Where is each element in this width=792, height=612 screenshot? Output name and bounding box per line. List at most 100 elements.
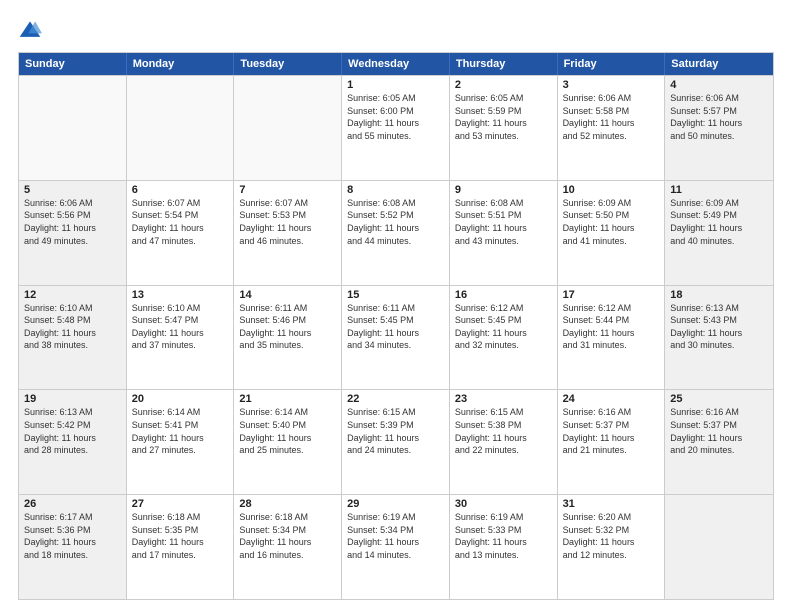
day-cell-13: 13Sunrise: 6:10 AMSunset: 5:47 PMDayligh… bbox=[127, 286, 235, 390]
header bbox=[18, 18, 774, 42]
day-cell-28: 28Sunrise: 6:18 AMSunset: 5:34 PMDayligh… bbox=[234, 495, 342, 599]
day-number: 11 bbox=[670, 184, 768, 196]
day-info: Sunrise: 6:13 AMSunset: 5:43 PMDaylight:… bbox=[670, 302, 768, 352]
day-cell-10: 10Sunrise: 6:09 AMSunset: 5:50 PMDayligh… bbox=[558, 181, 666, 285]
day-number: 23 bbox=[455, 393, 552, 405]
day-number: 3 bbox=[563, 79, 660, 91]
day-number: 10 bbox=[563, 184, 660, 196]
calendar-header: SundayMondayTuesdayWednesdayThursdayFrid… bbox=[19, 53, 773, 75]
day-info: Sunrise: 6:09 AMSunset: 5:49 PMDaylight:… bbox=[670, 197, 768, 247]
day-cell-3: 3Sunrise: 6:06 AMSunset: 5:58 PMDaylight… bbox=[558, 76, 666, 180]
day-number: 18 bbox=[670, 289, 768, 301]
day-cell-30: 30Sunrise: 6:19 AMSunset: 5:33 PMDayligh… bbox=[450, 495, 558, 599]
day-info: Sunrise: 6:09 AMSunset: 5:50 PMDaylight:… bbox=[563, 197, 660, 247]
logo-icon bbox=[18, 18, 42, 42]
day-number: 6 bbox=[132, 184, 229, 196]
day-info: Sunrise: 6:16 AMSunset: 5:37 PMDaylight:… bbox=[670, 406, 768, 456]
day-info: Sunrise: 6:20 AMSunset: 5:32 PMDaylight:… bbox=[563, 511, 660, 561]
day-cell-31: 31Sunrise: 6:20 AMSunset: 5:32 PMDayligh… bbox=[558, 495, 666, 599]
day-info: Sunrise: 6:07 AMSunset: 5:54 PMDaylight:… bbox=[132, 197, 229, 247]
day-cell-20: 20Sunrise: 6:14 AMSunset: 5:41 PMDayligh… bbox=[127, 390, 235, 494]
day-number: 20 bbox=[132, 393, 229, 405]
day-info: Sunrise: 6:08 AMSunset: 5:51 PMDaylight:… bbox=[455, 197, 552, 247]
day-cell-19: 19Sunrise: 6:13 AMSunset: 5:42 PMDayligh… bbox=[19, 390, 127, 494]
day-number: 30 bbox=[455, 498, 552, 510]
day-info: Sunrise: 6:18 AMSunset: 5:34 PMDaylight:… bbox=[239, 511, 336, 561]
day-info: Sunrise: 6:12 AMSunset: 5:44 PMDaylight:… bbox=[563, 302, 660, 352]
day-cell-16: 16Sunrise: 6:12 AMSunset: 5:45 PMDayligh… bbox=[450, 286, 558, 390]
day-number: 31 bbox=[563, 498, 660, 510]
day-number: 1 bbox=[347, 79, 444, 91]
day-number: 9 bbox=[455, 184, 552, 196]
day-cell-26: 26Sunrise: 6:17 AMSunset: 5:36 PMDayligh… bbox=[19, 495, 127, 599]
day-number: 7 bbox=[239, 184, 336, 196]
day-cell-4: 4Sunrise: 6:06 AMSunset: 5:57 PMDaylight… bbox=[665, 76, 773, 180]
day-cell-23: 23Sunrise: 6:15 AMSunset: 5:38 PMDayligh… bbox=[450, 390, 558, 494]
day-info: Sunrise: 6:10 AMSunset: 5:47 PMDaylight:… bbox=[132, 302, 229, 352]
day-info: Sunrise: 6:08 AMSunset: 5:52 PMDaylight:… bbox=[347, 197, 444, 247]
day-info: Sunrise: 6:11 AMSunset: 5:46 PMDaylight:… bbox=[239, 302, 336, 352]
day-number: 13 bbox=[132, 289, 229, 301]
calendar-row-4: 26Sunrise: 6:17 AMSunset: 5:36 PMDayligh… bbox=[19, 494, 773, 599]
calendar-row-1: 5Sunrise: 6:06 AMSunset: 5:56 PMDaylight… bbox=[19, 180, 773, 285]
day-info: Sunrise: 6:16 AMSunset: 5:37 PMDaylight:… bbox=[563, 406, 660, 456]
day-info: Sunrise: 6:10 AMSunset: 5:48 PMDaylight:… bbox=[24, 302, 121, 352]
day-number: 8 bbox=[347, 184, 444, 196]
day-cell-6: 6Sunrise: 6:07 AMSunset: 5:54 PMDaylight… bbox=[127, 181, 235, 285]
day-info: Sunrise: 6:06 AMSunset: 5:57 PMDaylight:… bbox=[670, 92, 768, 142]
day-cell-11: 11Sunrise: 6:09 AMSunset: 5:49 PMDayligh… bbox=[665, 181, 773, 285]
day-info: Sunrise: 6:14 AMSunset: 5:40 PMDaylight:… bbox=[239, 406, 336, 456]
day-info: Sunrise: 6:05 AMSunset: 6:00 PMDaylight:… bbox=[347, 92, 444, 142]
day-number: 26 bbox=[24, 498, 121, 510]
weekday-header-wednesday: Wednesday bbox=[342, 53, 450, 75]
calendar-row-2: 12Sunrise: 6:10 AMSunset: 5:48 PMDayligh… bbox=[19, 285, 773, 390]
day-cell-2: 2Sunrise: 6:05 AMSunset: 5:59 PMDaylight… bbox=[450, 76, 558, 180]
day-info: Sunrise: 6:06 AMSunset: 5:58 PMDaylight:… bbox=[563, 92, 660, 142]
day-cell-1: 1Sunrise: 6:05 AMSunset: 6:00 PMDaylight… bbox=[342, 76, 450, 180]
day-number: 21 bbox=[239, 393, 336, 405]
weekday-header-tuesday: Tuesday bbox=[234, 53, 342, 75]
day-cell-15: 15Sunrise: 6:11 AMSunset: 5:45 PMDayligh… bbox=[342, 286, 450, 390]
day-number: 28 bbox=[239, 498, 336, 510]
day-info: Sunrise: 6:07 AMSunset: 5:53 PMDaylight:… bbox=[239, 197, 336, 247]
calendar: SundayMondayTuesdayWednesdayThursdayFrid… bbox=[18, 52, 774, 600]
calendar-row-0: 1Sunrise: 6:05 AMSunset: 6:00 PMDaylight… bbox=[19, 75, 773, 180]
day-number: 24 bbox=[563, 393, 660, 405]
day-number: 14 bbox=[239, 289, 336, 301]
calendar-body: 1Sunrise: 6:05 AMSunset: 6:00 PMDaylight… bbox=[19, 75, 773, 599]
day-number: 12 bbox=[24, 289, 121, 301]
day-cell-17: 17Sunrise: 6:12 AMSunset: 5:44 PMDayligh… bbox=[558, 286, 666, 390]
day-number: 16 bbox=[455, 289, 552, 301]
empty-cell-0-0 bbox=[19, 76, 127, 180]
day-cell-5: 5Sunrise: 6:06 AMSunset: 5:56 PMDaylight… bbox=[19, 181, 127, 285]
day-number: 19 bbox=[24, 393, 121, 405]
weekday-header-thursday: Thursday bbox=[450, 53, 558, 75]
day-cell-9: 9Sunrise: 6:08 AMSunset: 5:51 PMDaylight… bbox=[450, 181, 558, 285]
day-cell-22: 22Sunrise: 6:15 AMSunset: 5:39 PMDayligh… bbox=[342, 390, 450, 494]
empty-cell-0-1 bbox=[127, 76, 235, 180]
day-cell-25: 25Sunrise: 6:16 AMSunset: 5:37 PMDayligh… bbox=[665, 390, 773, 494]
day-number: 5 bbox=[24, 184, 121, 196]
day-cell-18: 18Sunrise: 6:13 AMSunset: 5:43 PMDayligh… bbox=[665, 286, 773, 390]
weekday-header-sunday: Sunday bbox=[19, 53, 127, 75]
day-cell-24: 24Sunrise: 6:16 AMSunset: 5:37 PMDayligh… bbox=[558, 390, 666, 494]
empty-cell-4-6 bbox=[665, 495, 773, 599]
day-number: 2 bbox=[455, 79, 552, 91]
day-cell-8: 8Sunrise: 6:08 AMSunset: 5:52 PMDaylight… bbox=[342, 181, 450, 285]
day-cell-7: 7Sunrise: 6:07 AMSunset: 5:53 PMDaylight… bbox=[234, 181, 342, 285]
day-info: Sunrise: 6:12 AMSunset: 5:45 PMDaylight:… bbox=[455, 302, 552, 352]
day-number: 4 bbox=[670, 79, 768, 91]
empty-cell-0-2 bbox=[234, 76, 342, 180]
day-number: 25 bbox=[670, 393, 768, 405]
logo bbox=[18, 18, 46, 42]
day-info: Sunrise: 6:15 AMSunset: 5:38 PMDaylight:… bbox=[455, 406, 552, 456]
calendar-row-3: 19Sunrise: 6:13 AMSunset: 5:42 PMDayligh… bbox=[19, 389, 773, 494]
day-info: Sunrise: 6:06 AMSunset: 5:56 PMDaylight:… bbox=[24, 197, 121, 247]
day-info: Sunrise: 6:19 AMSunset: 5:34 PMDaylight:… bbox=[347, 511, 444, 561]
day-info: Sunrise: 6:14 AMSunset: 5:41 PMDaylight:… bbox=[132, 406, 229, 456]
day-cell-14: 14Sunrise: 6:11 AMSunset: 5:46 PMDayligh… bbox=[234, 286, 342, 390]
day-info: Sunrise: 6:05 AMSunset: 5:59 PMDaylight:… bbox=[455, 92, 552, 142]
weekday-header-saturday: Saturday bbox=[665, 53, 773, 75]
page: SundayMondayTuesdayWednesdayThursdayFrid… bbox=[0, 0, 792, 612]
day-cell-12: 12Sunrise: 6:10 AMSunset: 5:48 PMDayligh… bbox=[19, 286, 127, 390]
